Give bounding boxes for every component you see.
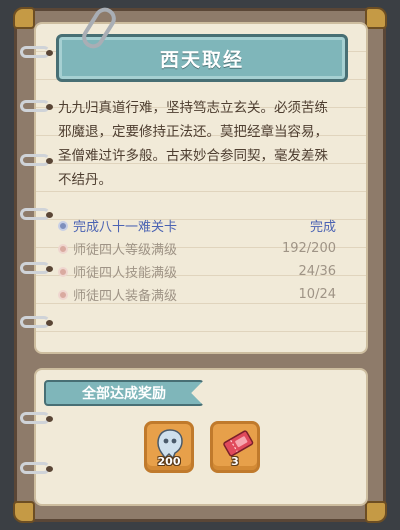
poem-text: 九九归真道行难，坚持笃志立玄关。必须苦练 邪魔退，定要修持正法还。莫把经章当容易… bbox=[58, 96, 338, 192]
binder-ring-icon bbox=[20, 316, 53, 328]
corner-ornament bbox=[365, 501, 387, 523]
ticket-icon bbox=[223, 430, 254, 457]
reward-item-spirit[interactable]: 200 bbox=[144, 421, 194, 473]
quest-progress: 10/24 bbox=[298, 287, 336, 302]
binder-ring-icon bbox=[20, 154, 53, 166]
quest-progress: 192/200 bbox=[281, 241, 336, 256]
reward-item-count: 200 bbox=[157, 455, 181, 468]
poem-line: 圣僧难过许多般。古来妙合参同契，毫发差殊 bbox=[58, 148, 328, 164]
quest-progress: 24/36 bbox=[298, 264, 336, 279]
corner-ornament bbox=[13, 501, 35, 523]
quest-name: 师徒四人技能满级 bbox=[73, 266, 178, 281]
binder-ring-icon bbox=[20, 208, 53, 220]
status-dot-icon bbox=[58, 266, 68, 277]
corner-ornament bbox=[13, 7, 35, 29]
quest-name: 师徒四人装备满级 bbox=[73, 289, 178, 304]
quest-item-trials: 完成八十一难关卡 完成 bbox=[58, 214, 336, 237]
reward-item-ticket[interactable]: 3 bbox=[210, 421, 260, 473]
corner-ornament bbox=[365, 7, 387, 29]
reward-item-count: 3 bbox=[231, 455, 239, 468]
quest-list: 完成八十一难关卡 完成 师徒四人等级满级 192/200 师徒四人技能满级 24… bbox=[58, 214, 336, 306]
poem-line: 九九归真道行难，坚持笃志立玄关。必须苦练 bbox=[58, 100, 328, 116]
reward-label: 全部达成奖励 bbox=[82, 386, 166, 402]
status-dot-icon bbox=[58, 289, 68, 300]
binder-ring-icon bbox=[20, 100, 53, 112]
binder-ring-icon bbox=[20, 412, 53, 424]
quest-item-skill: 师徒四人技能满级 24/36 bbox=[58, 260, 336, 283]
binder-ring-icon bbox=[20, 462, 53, 474]
binder-ring-icon bbox=[20, 262, 53, 274]
quest-name: 完成八十一难关卡 bbox=[73, 220, 178, 235]
page-title: 西天取经 bbox=[159, 48, 244, 71]
binder-ring-icon bbox=[20, 46, 53, 58]
quest-progress: 完成 bbox=[309, 220, 336, 235]
quest-name: 师徒四人等级满级 bbox=[73, 243, 178, 258]
status-dot-icon bbox=[58, 220, 68, 231]
poem-line: 邪魔退，定要修持正法还。莫把经章当容易， bbox=[58, 124, 328, 140]
quest-item-equipment: 师徒四人装备满级 10/24 bbox=[58, 283, 336, 306]
quest-item-level: 师徒四人等级满级 192/200 bbox=[58, 237, 336, 260]
status-dot-icon bbox=[58, 243, 68, 254]
reward-banner: 全部达成奖励 bbox=[44, 380, 204, 406]
poem-line: 不结丹。 bbox=[58, 172, 112, 188]
